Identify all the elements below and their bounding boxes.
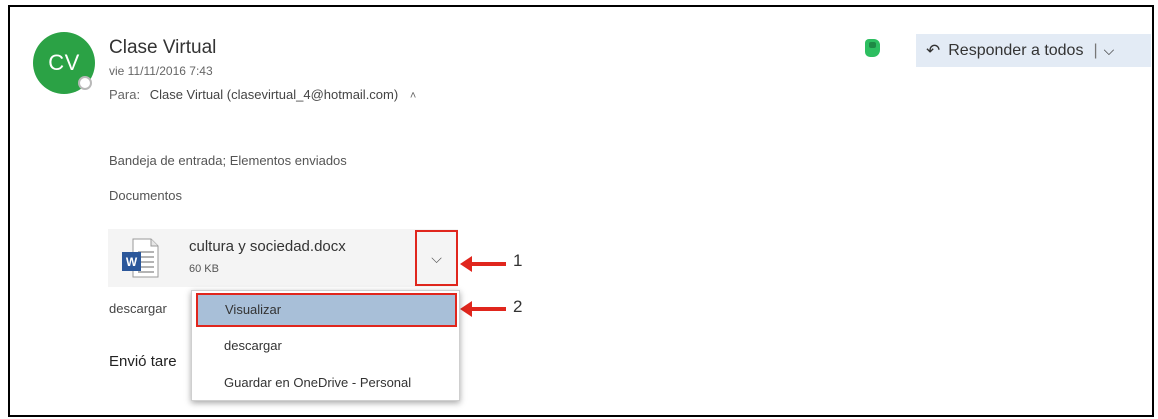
menu-item-guardar-onedrive[interactable]: Guardar en OneDrive - Personal bbox=[192, 375, 459, 390]
reply-options-chevron-icon[interactable]: ⌵ bbox=[1104, 42, 1115, 59]
attachment-card[interactable]: W cultura y sociedad.docx 60 KB bbox=[108, 229, 458, 287]
attachment-options-button[interactable]: ⌵ bbox=[415, 230, 458, 286]
annotation-arrow-2 bbox=[460, 301, 506, 317]
reply-all-label: Responder a todos bbox=[948, 41, 1084, 59]
annotation-arrow-1 bbox=[460, 256, 506, 272]
avatar-initials: CV bbox=[48, 50, 80, 75]
attachment-name: cultura y sociedad.docx bbox=[189, 238, 346, 255]
download-link[interactable]: descargar bbox=[109, 301, 167, 316]
to-label: Para: bbox=[109, 87, 141, 102]
message-category: Documentos bbox=[109, 188, 182, 203]
presence-indicator bbox=[78, 76, 92, 90]
evernote-icon[interactable] bbox=[865, 39, 880, 57]
reply-all-icon: ↶ bbox=[926, 40, 941, 60]
attachment-options-menu: Visualizar descargar Guardar en OneDrive… bbox=[191, 290, 460, 401]
menu-item-descargar[interactable]: descargar bbox=[192, 338, 459, 353]
reply-all-button[interactable]: ↶ Responder a todos | ⌵ bbox=[916, 34, 1151, 67]
annotation-label-2: 2 bbox=[513, 297, 523, 316]
recipient[interactable]: Clase Virtual (clasevirtual_4@hotmail.co… bbox=[150, 87, 399, 102]
message-date: vie 11/11/2016 7:43 bbox=[109, 64, 213, 78]
message-folders: Bandeja de entrada; Elementos enviados bbox=[109, 153, 347, 168]
button-separator: | bbox=[1093, 41, 1098, 59]
email-reading-pane: CV Clase Virtual vie 11/11/2016 7:43 Par… bbox=[8, 5, 1154, 417]
menu-item-visualizar[interactable]: Visualizar bbox=[196, 293, 457, 327]
chevron-down-icon: ⌵ bbox=[431, 249, 442, 266]
sender-name[interactable]: Clase Virtual bbox=[109, 37, 216, 59]
collapse-recipients-icon[interactable]: ˄ bbox=[410, 90, 416, 102]
attachment-size: 60 KB bbox=[189, 263, 219, 275]
svg-text:W: W bbox=[126, 255, 138, 269]
word-document-icon: W bbox=[122, 238, 159, 278]
recipients-row: Para: Clase Virtual (clasevirtual_4@hotm… bbox=[109, 87, 416, 102]
message-body-text: Envió tare bbox=[109, 353, 177, 370]
annotation-label-1: 1 bbox=[513, 251, 523, 270]
